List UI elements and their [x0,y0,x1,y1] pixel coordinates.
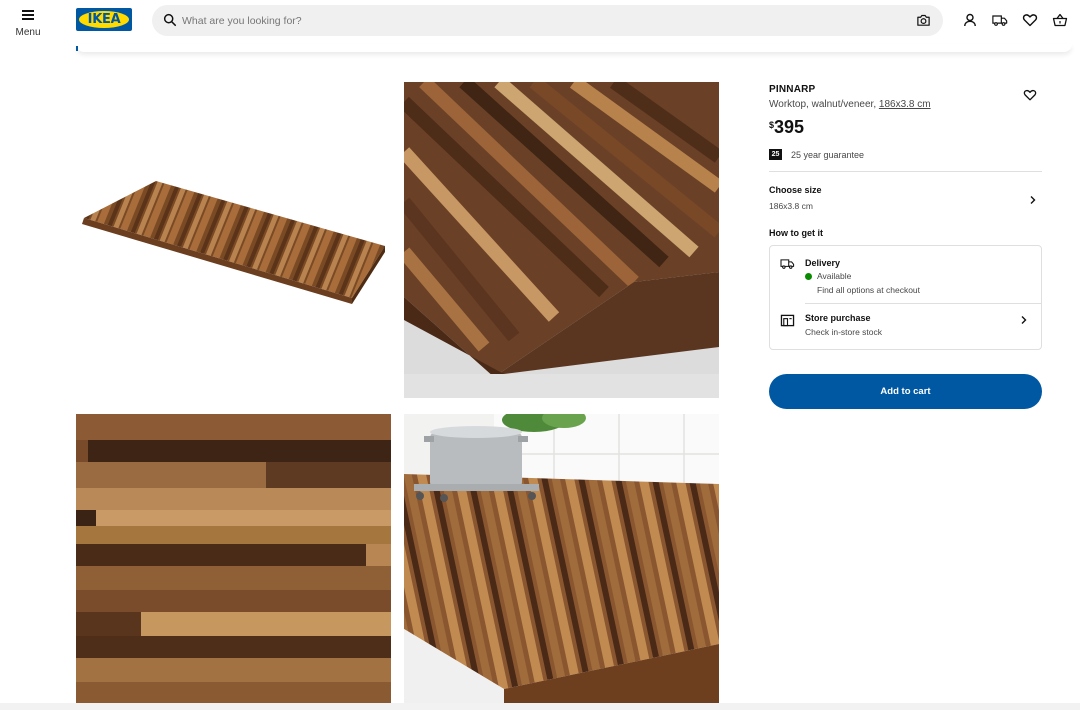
search-bar[interactable] [152,5,943,36]
delivery-option[interactable]: Delivery Available Find all options at c… [780,246,1031,303]
price-currency: $ [769,120,775,130]
choose-size-value: 186x3.8 cm [769,201,813,211]
header-accent [76,46,78,51]
price: $395 [769,117,1042,139]
delivery-note: Find all options at checkout [817,285,921,295]
product-description: Worktop, walnut/veneer, 186x3.8 cm [769,98,1042,111]
add-to-cart-button[interactable]: Add to cart [769,374,1042,409]
store-purchase-title: Store purchase [805,313,871,323]
camera-icon[interactable] [916,13,931,28]
menu-label: Menu [15,26,41,38]
divider [769,171,1042,172]
delivery-title: Delivery [805,258,841,268]
product-image-2[interactable] [404,82,719,398]
favourite-heart-icon[interactable] [1023,88,1037,102]
choose-size-row[interactable]: Choose size 186x3.8 cm [769,185,1042,215]
chevron-right-icon [1021,316,1027,324]
search-input[interactable] [182,5,882,36]
price-amount: 395 [774,117,805,137]
product-image-4[interactable] [404,414,719,703]
store-icon [780,314,795,327]
hamburger-icon [22,10,34,20]
product-description-text: Worktop, walnut/veneer, [769,99,877,110]
bottom-strip [0,703,1080,710]
ikea-logo[interactable]: IKEA [76,8,132,31]
fulfilment-options: Delivery Available Find all options at c… [769,245,1042,350]
guarantee-badge: 25 [769,149,782,160]
delivery-status: Available [805,271,851,281]
heart-icon[interactable] [1022,12,1038,28]
product-info: PINNARP Worktop, walnut/veneer, 186x3.8 … [769,84,1042,350]
store-purchase-option[interactable]: Store purchase Check in-store stock [780,304,1031,350]
account-icon[interactable] [962,12,978,28]
header-divider [76,44,1072,52]
delivery-status-text: Available [817,271,852,281]
product-image-1[interactable] [76,82,391,398]
available-dot-icon [805,272,812,280]
how-to-get-label: How to get it [769,228,823,238]
search-icon [163,13,177,27]
product-image-3[interactable] [76,414,391,703]
product-name: PINNARP [769,84,816,95]
guarantee: 25 25 year guarantee [769,149,1042,160]
basket-icon[interactable] [1052,12,1068,28]
store-purchase-note: Check in-store stock [805,327,882,337]
truck-icon [780,259,795,269]
truck-icon[interactable] [992,12,1008,28]
logo-text: IKEA [87,12,121,27]
chevron-right-icon [1030,196,1036,204]
choose-size-label: Choose size [769,185,822,195]
size-link[interactable]: 186x3.8 cm [879,99,931,110]
guarantee-text: 25 year guarantee [791,149,865,160]
menu-button[interactable]: Menu [14,8,42,42]
